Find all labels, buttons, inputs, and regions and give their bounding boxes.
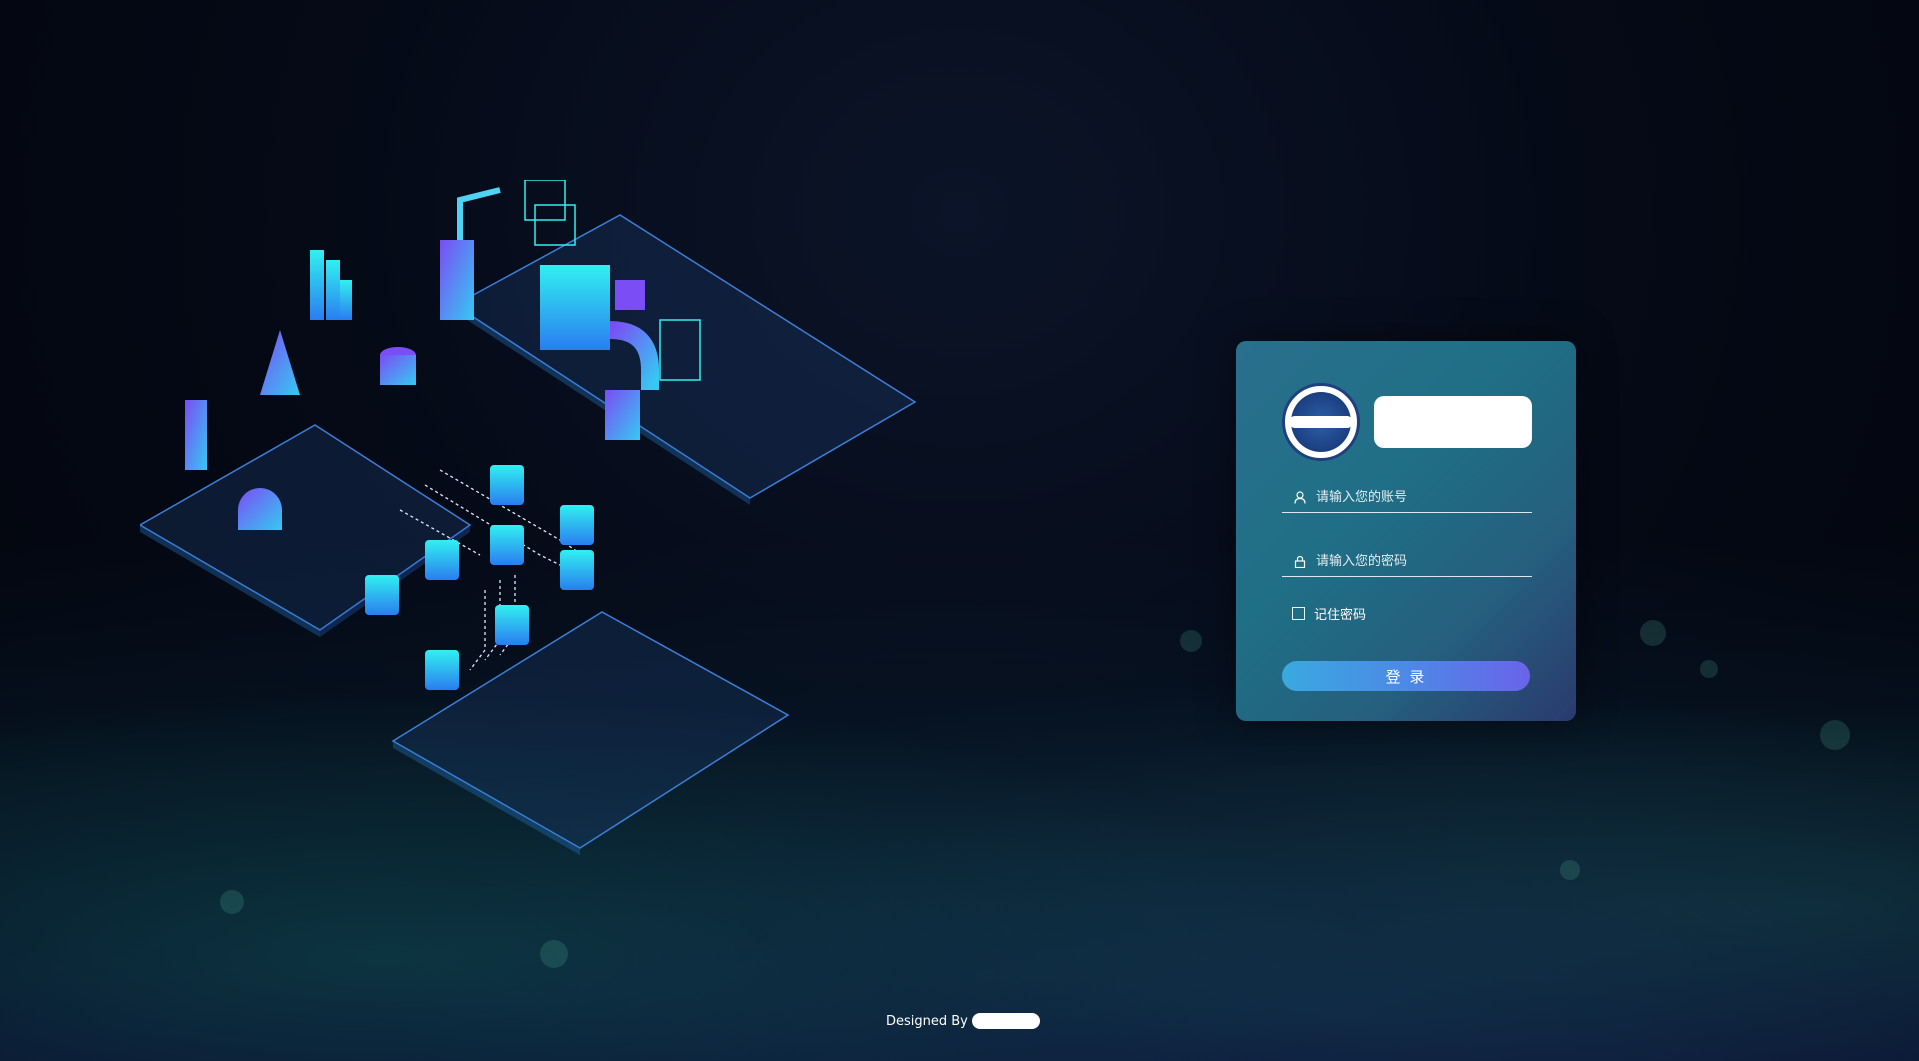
login-button[interactable]: 登 录 bbox=[1282, 661, 1530, 691]
username-field[interactable] bbox=[1282, 482, 1532, 513]
lock-icon bbox=[1292, 553, 1308, 569]
user-icon bbox=[1292, 489, 1308, 505]
remember-label: 记住密码 bbox=[1314, 608, 1367, 623]
bokeh-light bbox=[1560, 860, 1580, 880]
footer-text: Designed By bbox=[886, 1013, 968, 1029]
bokeh-light bbox=[1700, 660, 1718, 678]
company-logo-icon bbox=[1282, 383, 1360, 461]
bokeh-light bbox=[220, 890, 244, 914]
bokeh-light bbox=[1820, 720, 1850, 750]
logo bbox=[1282, 383, 1532, 461]
login-card: 记住密码 登 录 bbox=[1236, 341, 1576, 721]
bottom-platform bbox=[391, 611, 790, 855]
password-field[interactable] bbox=[1282, 546, 1532, 577]
bokeh-light bbox=[1640, 620, 1666, 646]
bokeh-light bbox=[1180, 630, 1202, 652]
footer: Designed By bbox=[886, 1013, 1040, 1029]
isometric-tech-illustration bbox=[140, 180, 917, 855]
password-input[interactable] bbox=[1314, 552, 1532, 570]
username-input[interactable] bbox=[1314, 488, 1532, 506]
redacted-author bbox=[971, 1013, 1040, 1029]
bokeh-light bbox=[540, 940, 568, 968]
redacted-company-name bbox=[1374, 396, 1532, 448]
remember-checkbox[interactable] bbox=[1292, 607, 1305, 620]
top-platform bbox=[453, 214, 917, 505]
remember-password[interactable]: 记住密码 bbox=[1292, 604, 1366, 623]
